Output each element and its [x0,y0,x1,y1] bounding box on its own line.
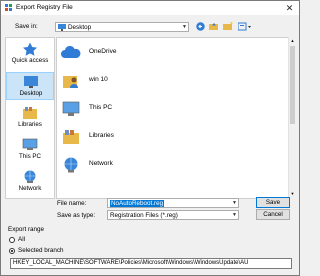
up-folder-icon [208,23,218,30]
list-item[interactable]: win 10 [61,70,201,92]
file-list: OneDrive win 10 This PC Libraries Networ… [56,37,290,199]
close-button[interactable]: ✕ [283,2,296,14]
desktop-icon [58,24,66,31]
all-radio-label: All [18,236,25,243]
file-name-text: This PC [89,104,113,111]
list-item[interactable]: OneDrive [61,42,201,64]
star-icon [23,42,37,56]
list-item[interactable]: Libraries [61,126,201,148]
save-as-type-value: Registration Files (*.reg) [110,212,178,219]
list-item[interactable]: Network [61,154,201,176]
list-item[interactable]: This PC [61,98,201,120]
libraries-icon [63,130,79,144]
place-network[interactable]: Network [6,168,54,196]
user-folder-icon [63,76,78,88]
place-label: Desktop [19,90,43,97]
view-menu-icon [237,22,251,31]
up-folder-button[interactable] [208,22,219,32]
export-range-label: Export range [8,226,45,233]
registry-editor-icon [5,4,12,11]
places-bar: Quick access Desktop Libraries This PC N… [5,37,55,199]
file-name-text: Libraries [89,132,114,139]
scroll-down-icon[interactable]: ▼ [289,190,296,197]
cancel-button[interactable]: Cancel [256,209,290,220]
scroll-thumb[interactable] [290,46,295,124]
back-button[interactable] [195,22,206,32]
all-radio[interactable] [9,237,15,243]
file-list-scrollbar[interactable]: ▲ ▼ [288,37,296,197]
place-this-pc[interactable]: This PC [6,136,54,164]
file-name-label: File name: [57,200,87,207]
new-folder-icon [222,21,232,30]
desktop-icon [24,76,38,88]
network-icon [64,157,78,173]
place-libraries[interactable]: Libraries [6,104,54,132]
back-arrow-icon [196,22,205,31]
selected-branch-field[interactable]: HKEY_LOCAL_MACHINE\SOFTWARE\Policies\Mic… [10,258,292,269]
place-label: Libraries [18,121,42,128]
selected-branch-radio[interactable] [9,248,15,254]
cloud-icon [61,45,81,58]
save-as-type-label: Save as type: [57,212,96,219]
network-icon [24,170,36,183]
window-title: Export Registry File [16,4,73,11]
scroll-up-icon[interactable]: ▲ [289,37,296,44]
file-name-field[interactable]: NoAutoReboot.reg ▼ [107,198,239,208]
place-desktop[interactable]: Desktop [6,72,54,100]
chevron-down-icon: ▼ [232,200,237,206]
export-registry-dialog: Export Registry File ✕ Save in: Desktop … [0,0,300,276]
file-name-text: Network [89,160,113,167]
save-in-value: Desktop [68,24,92,31]
title-bar: Export Registry File ✕ [1,1,299,15]
view-menu-button[interactable] [236,22,254,32]
new-folder-button[interactable] [222,21,233,32]
chevron-down-icon: ▼ [232,212,237,218]
libraries-icon [23,107,37,119]
file-name-text: OneDrive [89,48,117,55]
place-label: Quick access [11,57,49,64]
save-in-dropdown[interactable]: Desktop ▼ [55,22,189,32]
computer-icon [62,101,80,116]
file-name-text: win 10 [89,76,108,83]
save-as-type-dropdown[interactable]: Registration Files (*.reg) ▼ [107,210,239,220]
place-quick-access[interactable]: Quick access [6,40,54,68]
selected-branch-label: Selected branch [18,247,64,254]
place-label: Network [18,185,42,192]
place-label: This PC [18,153,41,160]
save-button[interactable]: Save [256,197,290,208]
computer-icon [22,138,38,150]
save-in-label: Save in: [15,23,38,30]
chevron-down-icon: ▼ [182,24,187,30]
file-name-value: NoAutoReboot.reg [110,200,165,207]
